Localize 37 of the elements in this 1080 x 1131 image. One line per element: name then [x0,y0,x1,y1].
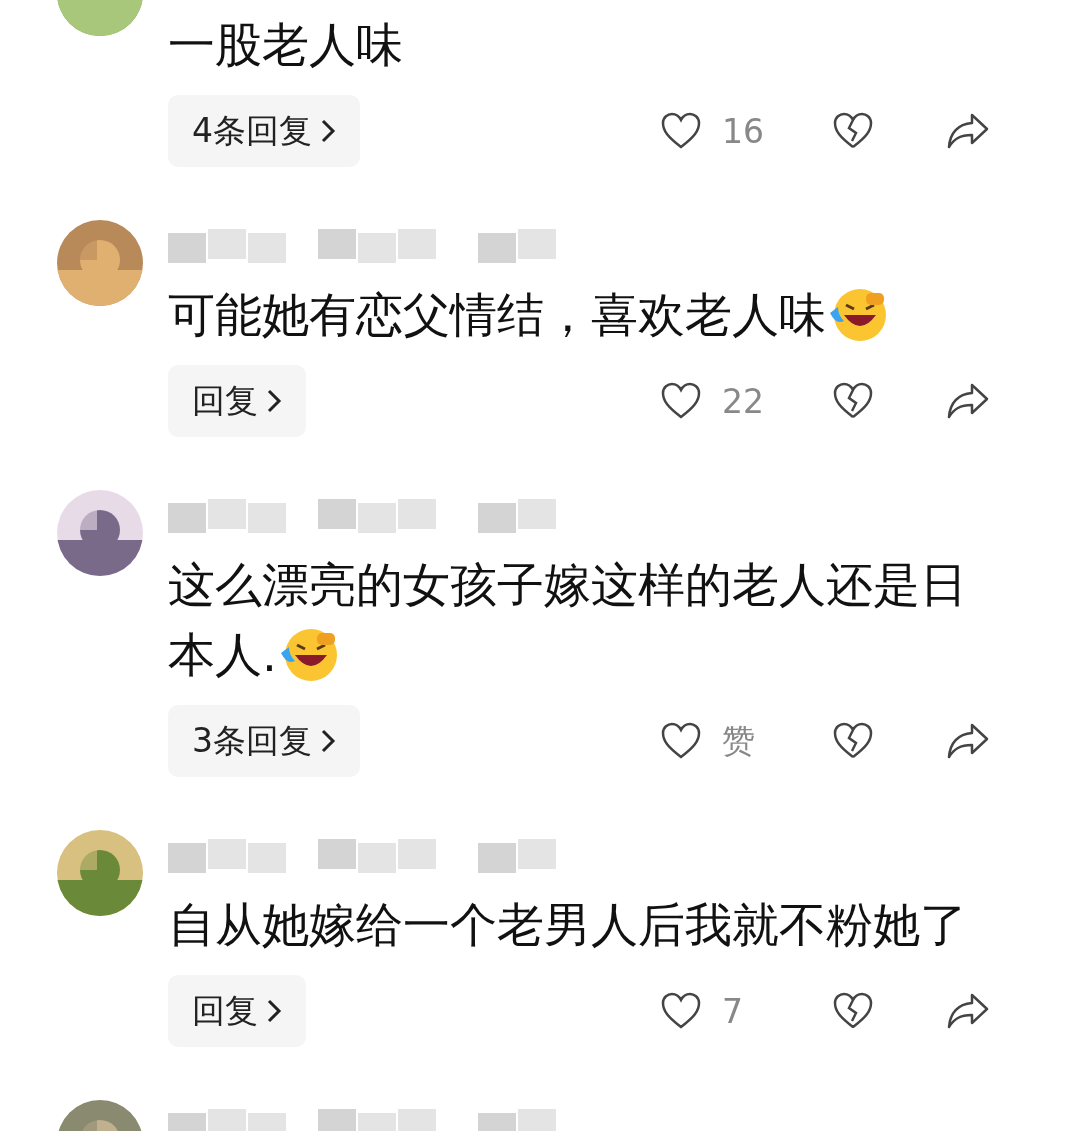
like-count: 7 [722,991,743,1031]
broken-heart-icon [832,721,874,761]
reply-button[interactable]: 回复 [168,365,306,437]
dislike-button[interactable] [832,111,874,151]
like-count: 22 [722,381,764,421]
reply-button[interactable]: 4条回复 [168,95,360,167]
chevron-icon [266,998,282,1024]
share-button[interactable] [946,111,990,151]
heart-icon[interactable] [660,381,702,421]
share-icon [946,721,990,761]
chevron-icon [320,728,336,754]
broken-heart-icon [832,991,874,1031]
broken-heart-icon [832,111,874,151]
heart-icon[interactable] [660,721,702,761]
dislike-button[interactable] [832,991,874,1031]
broken-heart-icon [832,381,874,421]
reply-button[interactable]: 回复 [168,975,306,1047]
share-icon [946,381,990,421]
share-icon [946,991,990,1031]
share-icon [946,111,990,151]
comment-text: 这么漂亮的女孩子嫁这样的老人还是日 [168,556,967,614]
comment-text: 本人. [168,626,277,684]
chevron-icon [266,388,282,414]
share-button[interactable] [946,721,990,761]
comment-text: 自从她嫁给一个老男人后我就不粉她了 [168,896,967,954]
heart-icon[interactable] [660,991,702,1031]
dislike-button[interactable] [832,381,874,421]
comment-text: 一股老人味 [168,16,403,74]
like-count: 16 [722,111,764,151]
reply-button[interactable]: 3条回复 [168,705,360,777]
share-button[interactable] [946,381,990,421]
share-button[interactable] [946,991,990,1031]
like-count: 赞 [722,719,755,762]
dislike-button[interactable] [832,721,874,761]
chevron-icon [320,118,336,144]
heart-icon[interactable] [660,111,702,151]
comment-text: 可能她有恋父情结，喜欢老人味 [168,286,826,344]
